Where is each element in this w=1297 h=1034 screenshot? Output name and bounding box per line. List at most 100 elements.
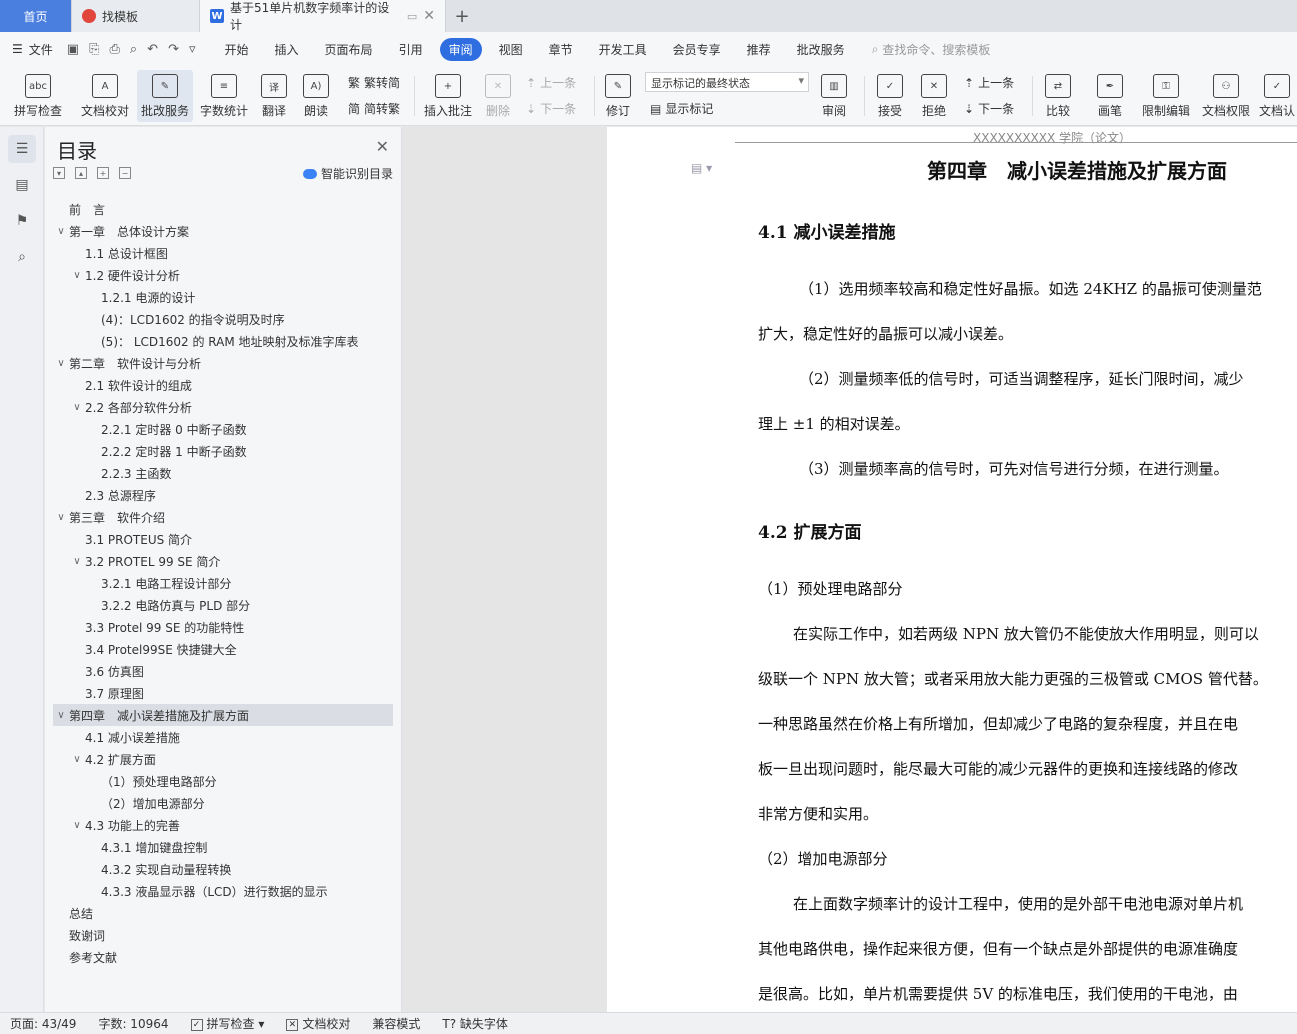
tab-home[interactable]: 首页 xyxy=(0,0,72,32)
reject-button[interactable]: ✕ 拒绝 xyxy=(916,70,952,122)
menu-references[interactable]: 引用 xyxy=(390,38,432,61)
next-change-button[interactable]: ⇣ 下一条 xyxy=(964,100,1014,117)
tab-template[interactable]: 找模板 xyxy=(72,0,200,32)
chevron-down-icon[interactable]: ∨ xyxy=(69,820,85,831)
pen-button[interactable]: ✒ 画笔 xyxy=(1092,70,1128,122)
prev-comment-button[interactable]: ⇡ 上一条 xyxy=(526,74,576,91)
toc-item[interactable]: 3.4 Protel99SE 快捷键大全 xyxy=(53,638,393,660)
print-icon[interactable]: ⎙ xyxy=(109,42,119,57)
toc-item[interactable]: ∨ 第四章 减小误差措施及扩展方面 xyxy=(53,704,393,726)
add-heading-icon[interactable]: + xyxy=(97,167,109,179)
toc-item[interactable]: ∨ 4.3 功能上的完善 xyxy=(53,814,393,836)
menu-member[interactable]: 会员专享 xyxy=(664,38,730,61)
close-icon[interactable]: ✕ xyxy=(376,137,389,156)
chevron-down-icon[interactable]: ∨ xyxy=(53,226,69,237)
export-pdf-icon[interactable]: ⎘ xyxy=(89,42,99,57)
remove-heading-icon[interactable]: − xyxy=(119,167,131,179)
toc-item[interactable]: (4)：LCD1602 的指令说明及时序 xyxy=(53,308,393,330)
customize-icon[interactable]: ▿ xyxy=(189,42,196,57)
menu-review[interactable]: 审阅 xyxy=(439,37,482,61)
paragraph-layout-icon[interactable]: ▤ ▾ xyxy=(691,161,712,175)
toc-item[interactable]: 前 言 xyxy=(53,198,393,220)
toc-item[interactable]: ∨ 4.2 扩展方面 xyxy=(53,748,393,770)
menu-developer[interactable]: 开发工具 xyxy=(590,38,656,61)
revise-button[interactable]: ✎ 修订 xyxy=(600,70,636,122)
chevron-down-icon[interactable]: ∨ xyxy=(69,556,85,567)
smart-toc-button[interactable]: 智能识别目录 xyxy=(302,165,393,182)
toc-item[interactable]: （1）预处理电路部分 xyxy=(53,770,393,792)
toc-item[interactable]: 1.1 总设计框图 xyxy=(53,242,393,264)
accept-button[interactable]: ✓ 接受 xyxy=(872,70,908,122)
toc-item[interactable]: 3.2.2 电路仿真与 PLD 部分 xyxy=(53,594,393,616)
toc-item[interactable]: 2.2.2 定时器 1 中断子函数 xyxy=(53,440,393,462)
toc-pane-icon[interactable]: ☰ xyxy=(8,135,36,163)
search-icon[interactable]: ⌕ xyxy=(8,243,36,271)
toc-item[interactable]: ∨ 1.2 硬件设计分析 xyxy=(53,264,393,286)
file-menu[interactable]: ☰ 文件 xyxy=(12,41,53,58)
toc-item[interactable]: ∨ 第三章 软件介绍 xyxy=(53,506,393,528)
menu-insert[interactable]: 插入 xyxy=(266,38,308,61)
menu-start[interactable]: 开始 xyxy=(216,38,258,61)
chevron-down-icon[interactable]: ∨ xyxy=(69,754,85,765)
menu-page-layout[interactable]: 页面布局 xyxy=(316,38,382,61)
collapse-all-icon[interactable]: ▾ xyxy=(53,167,65,179)
toc-item[interactable]: 总结 xyxy=(53,902,393,924)
menu-recommend[interactable]: 推荐 xyxy=(738,38,780,61)
menu-view[interactable]: 视图 xyxy=(490,38,532,61)
toc-item[interactable]: （2）增加电源部分 xyxy=(53,792,393,814)
toc-item[interactable]: 参考文献 xyxy=(53,946,393,968)
doc-permission-button[interactable]: ⚇ 文档权限 xyxy=(1200,70,1252,122)
markup-state-select[interactable]: 显示标记的最终状态 xyxy=(645,72,809,92)
toc-item[interactable]: 4.3.1 增加键盘控制 xyxy=(53,836,393,858)
undo-icon[interactable]: ↶ xyxy=(147,42,158,57)
doc-certify-button[interactable]: ✓ 文档认 xyxy=(1258,70,1296,122)
insert-comment-button[interactable]: + 插入批注 xyxy=(422,70,474,122)
word-count-indicator[interactable]: 字数: 10964 xyxy=(98,1015,168,1032)
delete-comment-button[interactable]: ✕ 删除 xyxy=(480,70,516,122)
restore-icon[interactable]: ▭ xyxy=(407,10,417,23)
show-markup-button[interactable]: ▤ 显示标记 xyxy=(650,100,713,117)
toc-item[interactable]: 1.2.1 电源的设计 xyxy=(53,286,393,308)
toc-item[interactable]: ∨ 第一章 总体设计方案 xyxy=(53,220,393,242)
missing-font-status[interactable]: T? 缺失字体 xyxy=(442,1015,508,1032)
compare-button[interactable]: ⇄ 比较 xyxy=(1040,70,1076,122)
command-search[interactable]: ⌕ 查找命令、搜索模板 xyxy=(872,41,991,58)
toc-item[interactable]: ∨ 第二章 软件设计与分析 xyxy=(53,352,393,374)
chevron-down-icon[interactable]: ∨ xyxy=(69,402,85,413)
print-preview-icon[interactable]: ⌕ xyxy=(130,42,137,57)
proofread-button[interactable]: A 文档校对 xyxy=(76,70,134,122)
restrict-edit-button[interactable]: ⚿ 限制编辑 xyxy=(1140,70,1192,122)
chapter-nav-icon[interactable]: ▤ xyxy=(8,171,36,199)
toc-item[interactable]: 3.6 仿真图 xyxy=(53,660,393,682)
toc-item[interactable]: 2.1 软件设计的组成 xyxy=(53,374,393,396)
read-aloud-button[interactable]: A) 朗读 xyxy=(298,70,334,122)
toc-item[interactable]: ∨ 3.2 PROTEL 99 SE 简介 xyxy=(53,550,393,572)
toc-item[interactable]: ∨ 2.2 各部分软件分析 xyxy=(53,396,393,418)
bookmark-icon[interactable]: ⚑ xyxy=(8,207,36,235)
toc-item[interactable]: 4.3.3 液晶显示器（LCD）进行数据的显示 xyxy=(53,880,393,902)
simp-to-trad-button[interactable]: 简简转繁 xyxy=(348,100,400,117)
tab-document[interactable]: W 基于51单片机数字频率计的设计 ▭ ✕ xyxy=(200,0,446,32)
toc-item[interactable]: 3.7 原理图 xyxy=(53,682,393,704)
review-pane-button[interactable]: ▥ 审阅 xyxy=(816,70,852,122)
word-count-button[interactable]: ≡ 字数统计 xyxy=(198,70,250,122)
expand-all-icon[interactable]: ▴ xyxy=(75,167,87,179)
spell-check-status[interactable]: ✓ 拼写检查 ▾ xyxy=(190,1015,264,1032)
translate-button[interactable]: 译翻译 xyxy=(256,70,292,122)
toc-item[interactable]: (5)： LCD1602 的 RAM 地址映射及标准字库表 xyxy=(53,330,393,352)
menu-correction[interactable]: 批改服务 xyxy=(788,38,854,61)
chevron-down-icon[interactable]: ∨ xyxy=(69,270,85,281)
toc-item[interactable]: 3.1 PROTEUS 简介 xyxy=(53,528,393,550)
toc-item[interactable]: 4.3.2 实现自动量程转换 xyxy=(53,858,393,880)
trad-to-simp-button[interactable]: 繁繁转简 xyxy=(348,74,400,91)
toc-item[interactable]: 4.1 减小误差措施 xyxy=(53,726,393,748)
prev-change-button[interactable]: ⇡ 上一条 xyxy=(964,74,1014,91)
toc-item[interactable]: 2.2.3 主函数 xyxy=(53,462,393,484)
close-tab-icon[interactable]: ✕ xyxy=(423,8,435,24)
toc-item[interactable]: 致谢词 xyxy=(53,924,393,946)
chevron-down-icon[interactable]: ∨ xyxy=(53,358,69,369)
next-comment-button[interactable]: ⇣ 下一条 xyxy=(526,100,576,117)
toc-item[interactable]: 2.2.1 定时器 0 中断子函数 xyxy=(53,418,393,440)
document-page[interactable]: XXXXXXXXXX 学院（论文） ▤ ▾ 第四章 减小误差措施及扩展方面 4.… xyxy=(607,127,1297,1012)
correction-service-button[interactable]: ✎ 批改服务 xyxy=(137,70,193,122)
